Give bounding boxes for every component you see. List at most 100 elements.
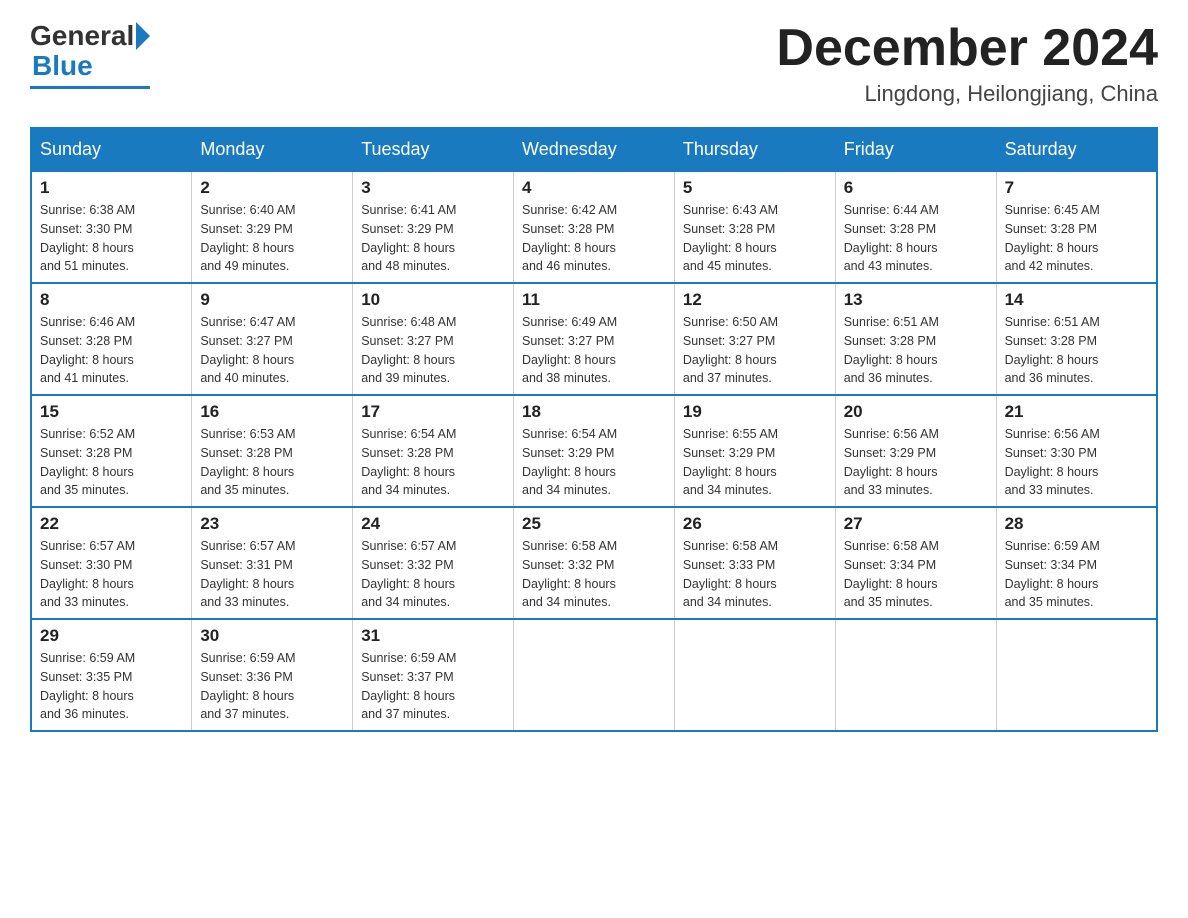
day-number: 26 <box>683 514 827 534</box>
calendar-cell: 13 Sunrise: 6:51 AMSunset: 3:28 PMDayligh… <box>835 283 996 395</box>
day-info: Sunrise: 6:57 AMSunset: 3:31 PMDaylight:… <box>200 537 344 612</box>
calendar-cell: 23 Sunrise: 6:57 AMSunset: 3:31 PMDayligh… <box>192 507 353 619</box>
day-number: 28 <box>1005 514 1148 534</box>
calendar-week-1: 1Sunrise: 6:38 AMSunset: 3:30 PMDaylight… <box>31 171 1157 283</box>
calendar-week-3: 15 Sunrise: 6:52 AMSunset: 3:28 PMDayligh… <box>31 395 1157 507</box>
col-header-sunday: Sunday <box>31 128 192 171</box>
calendar-cell: 27 Sunrise: 6:58 AMSunset: 3:34 PMDayligh… <box>835 507 996 619</box>
day-info: Sunrise: 6:48 AMSunset: 3:27 PMDaylight:… <box>361 313 505 388</box>
day-number: 4 <box>522 178 666 198</box>
calendar-cell: 9 Sunrise: 6:47 AMSunset: 3:27 PMDaylight… <box>192 283 353 395</box>
day-info: Sunrise: 6:59 AMSunset: 3:35 PMDaylight:… <box>40 649 183 724</box>
calendar-cell: 1Sunrise: 6:38 AMSunset: 3:30 PMDaylight… <box>31 171 192 283</box>
calendar-cell: 11Sunrise: 6:49 AMSunset: 3:27 PMDayligh… <box>514 283 675 395</box>
day-info: Sunrise: 6:55 AMSunset: 3:29 PMDaylight:… <box>683 425 827 500</box>
day-info: Sunrise: 6:42 AMSunset: 3:28 PMDaylight:… <box>522 201 666 276</box>
calendar-cell: 22Sunrise: 6:57 AMSunset: 3:30 PMDayligh… <box>31 507 192 619</box>
col-header-thursday: Thursday <box>674 128 835 171</box>
day-info: Sunrise: 6:54 AMSunset: 3:28 PMDaylight:… <box>361 425 505 500</box>
day-info: Sunrise: 6:56 AMSunset: 3:29 PMDaylight:… <box>844 425 988 500</box>
day-number: 23 <box>200 514 344 534</box>
calendar-cell: 28 Sunrise: 6:59 AMSunset: 3:34 PMDayligh… <box>996 507 1157 619</box>
day-number: 8 <box>40 290 183 310</box>
day-number: 11 <box>522 290 666 310</box>
col-header-tuesday: Tuesday <box>353 128 514 171</box>
calendar-cell: 19 Sunrise: 6:55 AMSunset: 3:29 PMDayligh… <box>674 395 835 507</box>
calendar-cell: 12 Sunrise: 6:50 AMSunset: 3:27 PMDayligh… <box>674 283 835 395</box>
calendar-cell <box>674 619 835 731</box>
day-info: Sunrise: 6:59 AMSunset: 3:36 PMDaylight:… <box>200 649 344 724</box>
day-number: 21 <box>1005 402 1148 422</box>
day-info: Sunrise: 6:59 AMSunset: 3:34 PMDaylight:… <box>1005 537 1148 612</box>
day-info: Sunrise: 6:44 AMSunset: 3:28 PMDaylight:… <box>844 201 988 276</box>
day-info: Sunrise: 6:41 AMSunset: 3:29 PMDaylight:… <box>361 201 505 276</box>
calendar-cell: 18 Sunrise: 6:54 AMSunset: 3:29 PMDayligh… <box>514 395 675 507</box>
logo: General Blue <box>30 20 150 89</box>
day-number: 30 <box>200 626 344 646</box>
col-header-wednesday: Wednesday <box>514 128 675 171</box>
day-number: 13 <box>844 290 988 310</box>
day-number: 9 <box>200 290 344 310</box>
calendar-cell: 6 Sunrise: 6:44 AMSunset: 3:28 PMDaylight… <box>835 171 996 283</box>
day-number: 6 <box>844 178 988 198</box>
calendar-cell: 24 Sunrise: 6:57 AMSunset: 3:32 PMDayligh… <box>353 507 514 619</box>
location-text: Lingdong, Heilongjiang, China <box>776 81 1158 107</box>
calendar-cell <box>996 619 1157 731</box>
day-info: Sunrise: 6:58 AMSunset: 3:32 PMDaylight:… <box>522 537 666 612</box>
day-number: 17 <box>361 402 505 422</box>
day-number: 25 <box>522 514 666 534</box>
day-number: 15 <box>40 402 183 422</box>
day-info: Sunrise: 6:54 AMSunset: 3:29 PMDaylight:… <box>522 425 666 500</box>
calendar-header-row: SundayMondayTuesdayWednesdayThursdayFrid… <box>31 128 1157 171</box>
calendar-cell: 26Sunrise: 6:58 AMSunset: 3:33 PMDayligh… <box>674 507 835 619</box>
day-info: Sunrise: 6:59 AMSunset: 3:37 PMDaylight:… <box>361 649 505 724</box>
col-header-monday: Monday <box>192 128 353 171</box>
logo-blue-text: Blue <box>32 50 93 82</box>
day-info: Sunrise: 6:52 AMSunset: 3:28 PMDaylight:… <box>40 425 183 500</box>
calendar-cell: 29 Sunrise: 6:59 AMSunset: 3:35 PMDayligh… <box>31 619 192 731</box>
day-number: 16 <box>200 402 344 422</box>
calendar-cell <box>835 619 996 731</box>
day-number: 7 <box>1005 178 1148 198</box>
calendar-cell: 15 Sunrise: 6:52 AMSunset: 3:28 PMDayligh… <box>31 395 192 507</box>
day-number: 27 <box>844 514 988 534</box>
day-number: 20 <box>844 402 988 422</box>
day-number: 18 <box>522 402 666 422</box>
day-info: Sunrise: 6:51 AMSunset: 3:28 PMDaylight:… <box>844 313 988 388</box>
day-number: 12 <box>683 290 827 310</box>
calendar-cell: 3 Sunrise: 6:41 AMSunset: 3:29 PMDaylight… <box>353 171 514 283</box>
calendar-week-4: 22Sunrise: 6:57 AMSunset: 3:30 PMDayligh… <box>31 507 1157 619</box>
calendar-cell: 16 Sunrise: 6:53 AMSunset: 3:28 PMDayligh… <box>192 395 353 507</box>
calendar-cell: 17 Sunrise: 6:54 AMSunset: 3:28 PMDayligh… <box>353 395 514 507</box>
calendar-cell: 5Sunrise: 6:43 AMSunset: 3:28 PMDaylight… <box>674 171 835 283</box>
day-info: Sunrise: 6:40 AMSunset: 3:29 PMDaylight:… <box>200 201 344 276</box>
logo-arrow-icon <box>136 22 150 50</box>
col-header-friday: Friday <box>835 128 996 171</box>
title-section: December 2024 Lingdong, Heilongjiang, Ch… <box>776 20 1158 107</box>
calendar-cell: 30 Sunrise: 6:59 AMSunset: 3:36 PMDayligh… <box>192 619 353 731</box>
day-info: Sunrise: 6:47 AMSunset: 3:27 PMDaylight:… <box>200 313 344 388</box>
calendar-cell: 2Sunrise: 6:40 AMSunset: 3:29 PMDaylight… <box>192 171 353 283</box>
day-number: 29 <box>40 626 183 646</box>
calendar-cell: 14Sunrise: 6:51 AMSunset: 3:28 PMDayligh… <box>996 283 1157 395</box>
day-info: Sunrise: 6:50 AMSunset: 3:27 PMDaylight:… <box>683 313 827 388</box>
day-info: Sunrise: 6:53 AMSunset: 3:28 PMDaylight:… <box>200 425 344 500</box>
calendar-cell <box>514 619 675 731</box>
calendar-cell: 4 Sunrise: 6:42 AMSunset: 3:28 PMDaylight… <box>514 171 675 283</box>
calendar-cell: 8 Sunrise: 6:46 AMSunset: 3:28 PMDaylight… <box>31 283 192 395</box>
col-header-saturday: Saturday <box>996 128 1157 171</box>
day-number: 31 <box>361 626 505 646</box>
month-title: December 2024 <box>776 20 1158 77</box>
day-info: Sunrise: 6:57 AMSunset: 3:32 PMDaylight:… <box>361 537 505 612</box>
day-number: 19 <box>683 402 827 422</box>
day-number: 22 <box>40 514 183 534</box>
day-number: 24 <box>361 514 505 534</box>
calendar-week-5: 29 Sunrise: 6:59 AMSunset: 3:35 PMDayligh… <box>31 619 1157 731</box>
day-number: 3 <box>361 178 505 198</box>
day-info: Sunrise: 6:43 AMSunset: 3:28 PMDaylight:… <box>683 201 827 276</box>
day-info: Sunrise: 6:45 AMSunset: 3:28 PMDaylight:… <box>1005 201 1148 276</box>
day-number: 14 <box>1005 290 1148 310</box>
page-header: General Blue December 2024 Lingdong, Hei… <box>30 20 1158 107</box>
day-info: Sunrise: 6:46 AMSunset: 3:28 PMDaylight:… <box>40 313 183 388</box>
day-info: Sunrise: 6:58 AMSunset: 3:34 PMDaylight:… <box>844 537 988 612</box>
